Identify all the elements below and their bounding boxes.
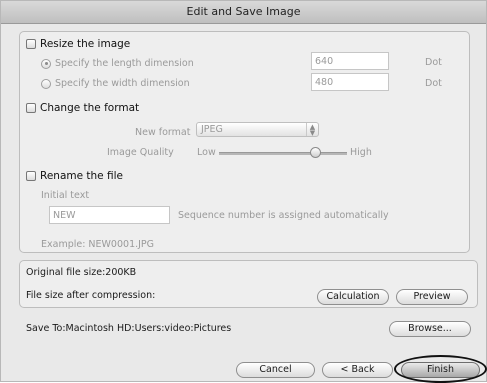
initial-text-label: Initial text	[41, 190, 90, 201]
rename-label: Rename the file	[40, 170, 123, 182]
sequence-note: Sequence number is assigned automaticall…	[178, 210, 389, 221]
quality-slider-knob[interactable]	[309, 147, 321, 158]
quality-high-label: High	[350, 147, 372, 158]
width-radio[interactable]	[41, 78, 51, 89]
save-to-path: Save To:Macintosh HD:Users:video:Picture…	[26, 323, 232, 334]
original-size: Original file size:200KB	[26, 267, 137, 278]
resize-checkbox-row[interactable]: Resize the image	[26, 38, 130, 50]
rename-checkbox-row[interactable]: Rename the file	[26, 170, 123, 182]
resize-checkbox[interactable]	[26, 39, 36, 49]
window-title: Edit and Save Image	[1, 1, 486, 24]
length-field[interactable]: 640	[311, 52, 389, 70]
format-select[interactable]: JPEG ▲ ▼	[196, 122, 319, 137]
new-format-label: New format	[135, 127, 191, 138]
width-field[interactable]: 480	[311, 73, 389, 91]
quality-label: Image Quality	[107, 147, 174, 158]
initial-text-field[interactable]: NEW	[49, 206, 170, 224]
finish-highlight-ring	[394, 355, 487, 383]
select-arrows-icon: ▲ ▼	[306, 123, 318, 137]
preview-button[interactable]: Preview	[396, 289, 468, 305]
width-unit: Dot	[425, 78, 442, 89]
width-label: Specify the width dimension	[55, 78, 190, 89]
length-label: Specify the length dimension	[55, 58, 194, 69]
width-radio-row[interactable]: Specify the width dimension	[41, 78, 190, 89]
example-filename: Example: NEW0001.JPG	[41, 239, 155, 250]
length-radio-row[interactable]: Specify the length dimension	[41, 58, 194, 69]
quality-slider-track[interactable]	[219, 152, 347, 155]
format-checkbox-row[interactable]: Change the format	[26, 102, 139, 114]
compressed-size-label: File size after compression:	[26, 290, 156, 301]
browse-button[interactable]: Browse...	[389, 321, 471, 337]
rename-checkbox[interactable]	[26, 171, 36, 181]
edit-save-image-dialog: Edit and Save Image Resize the image Spe…	[0, 0, 487, 383]
cancel-button[interactable]: Cancel	[236, 362, 315, 378]
format-select-value: JPEG	[201, 124, 223, 135]
back-button[interactable]: < Back	[322, 362, 393, 378]
format-label: Change the format	[40, 102, 140, 114]
quality-low-label: Low	[197, 147, 216, 158]
length-radio[interactable]	[41, 58, 51, 69]
resize-label: Resize the image	[40, 38, 131, 50]
length-unit: Dot	[425, 57, 442, 68]
calculation-button[interactable]: Calculation	[317, 289, 389, 305]
format-checkbox[interactable]	[26, 103, 36, 113]
